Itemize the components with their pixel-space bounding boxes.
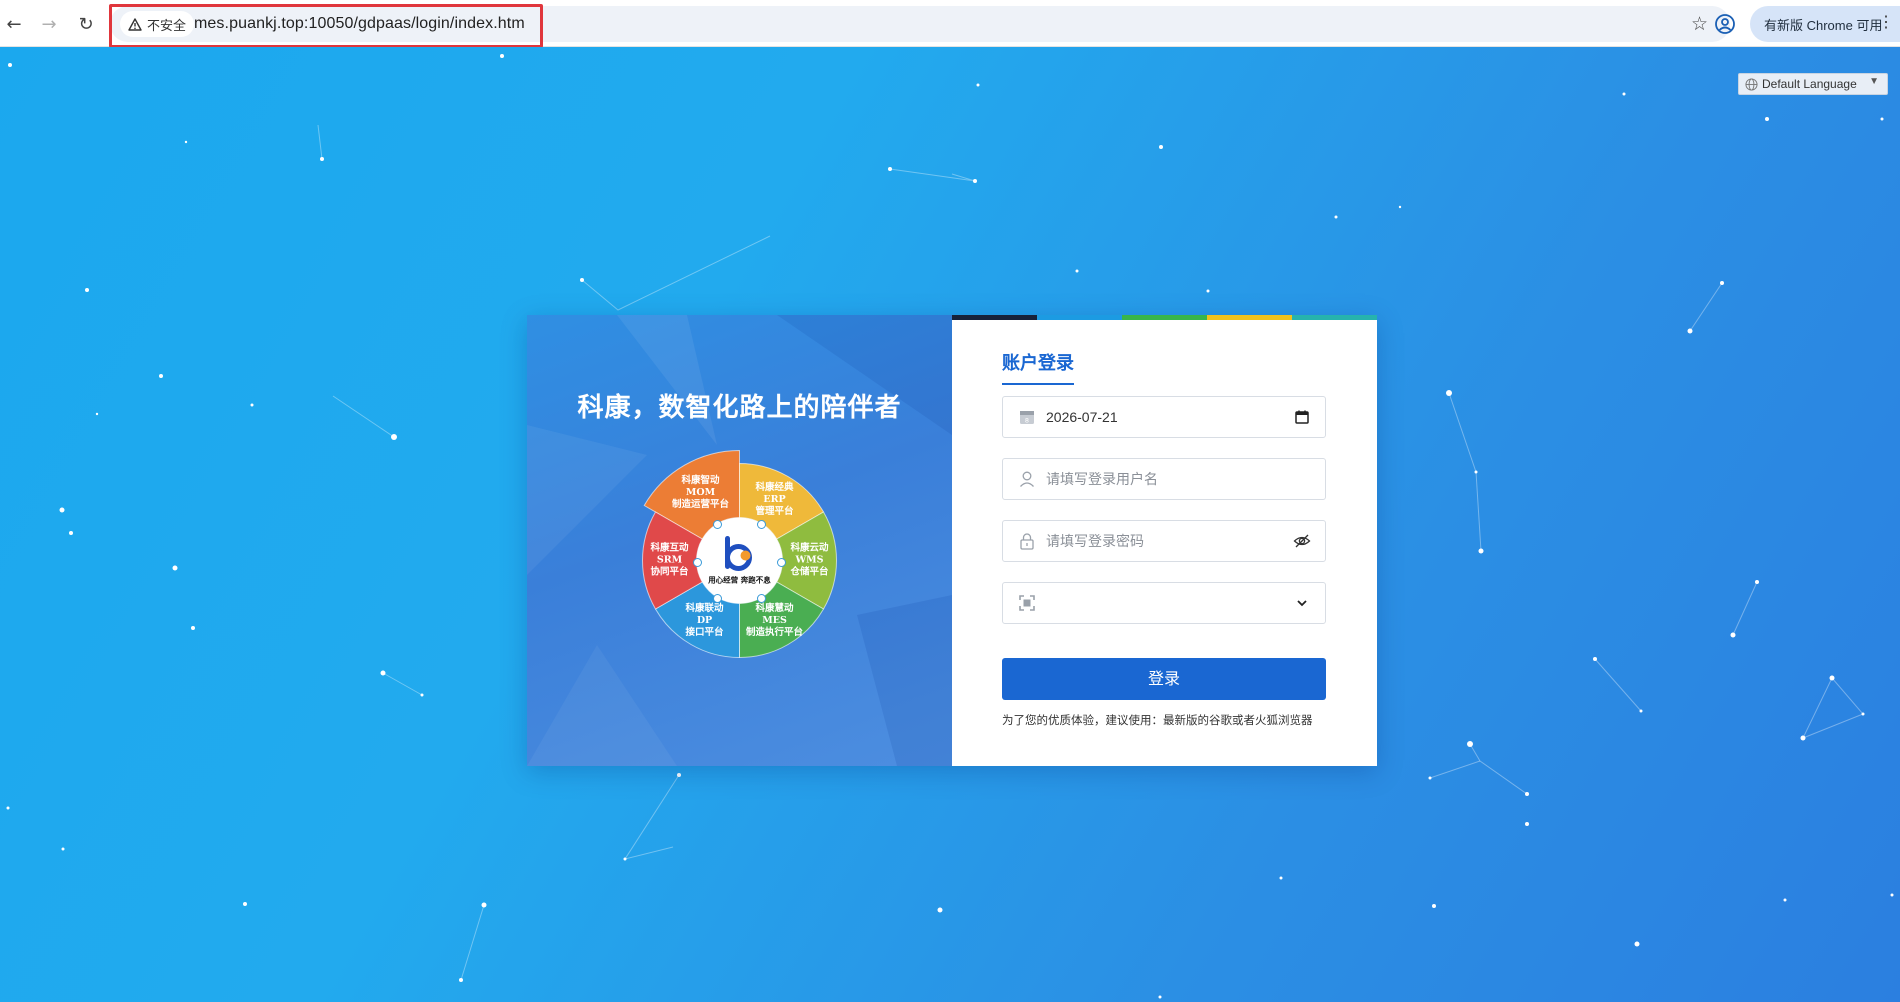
login-card: 科康，数智化路上的陪伴者 科康智动 MOM 制造运营平台 科康经典 ERP 管理平台 科康云… bbox=[527, 315, 1377, 766]
bookmark-star-icon[interactable]: ☆ bbox=[1691, 13, 1708, 35]
org-select[interactable] bbox=[1002, 582, 1326, 624]
password-input[interactable] bbox=[1046, 533, 1276, 549]
color-strip-segment bbox=[952, 315, 1037, 320]
password-field[interactable] bbox=[1002, 520, 1326, 562]
brand-slogan: 用心经营 奔跑不息 bbox=[708, 575, 771, 585]
globe-icon bbox=[1745, 77, 1758, 91]
color-strip-segment bbox=[1207, 315, 1292, 320]
eye-off-icon[interactable] bbox=[1293, 532, 1311, 550]
form-title: 账户登录 bbox=[1002, 349, 1074, 385]
profile-icon[interactable] bbox=[1714, 13, 1736, 35]
username-input[interactable] bbox=[1046, 471, 1276, 487]
wheel-center bbox=[696, 517, 783, 604]
warning-icon bbox=[128, 17, 142, 31]
calendar-icon: 8 bbox=[1020, 411, 1034, 425]
language-select[interactable]: Default Language ▼ bbox=[1738, 73, 1888, 95]
promo-title: 科康，数智化路上的陪伴者 bbox=[577, 393, 902, 423]
chrome-update-button[interactable]: 有新版 Chrome 可用 ⋮ bbox=[1750, 6, 1900, 42]
username-field[interactable] bbox=[1002, 458, 1326, 500]
chevron-down-icon[interactable] bbox=[1293, 594, 1311, 612]
back-arrow-icon[interactable]: ← bbox=[2, 12, 26, 36]
promo-panel: 科康，数智化路上的陪伴者 科康智动 MOM 制造运营平台 科康经典 ERP 管理平台 科康云… bbox=[527, 315, 952, 766]
browser-toolbar: ← → ↻ 不安全 mes.puankj.top:10050/gdpaas/lo… bbox=[0, 0, 1900, 48]
security-indicator[interactable]: 不安全 bbox=[120, 11, 195, 37]
user-icon bbox=[1020, 471, 1034, 487]
wheel-slice-label: 科康云动 WMS 仓储平台 bbox=[789, 542, 829, 578]
date-input[interactable] bbox=[1046, 409, 1276, 425]
login-form-panel: 账户登录 8 2026-07-21 请填写登录用户名 登录 为了您的优质体验，建… bbox=[952, 315, 1377, 766]
lock-icon bbox=[1020, 533, 1034, 550]
color-strip bbox=[952, 315, 1377, 320]
browser-hint: 为了您的优质体验，建议使用：最新版的谷歌或者火狐浏览器 bbox=[1002, 713, 1313, 727]
color-strip-segment bbox=[1122, 315, 1207, 320]
update-label: 有新版 Chrome 可用 bbox=[1764, 17, 1883, 33]
security-label: 不安全 bbox=[147, 17, 187, 33]
color-strip-segment bbox=[1037, 315, 1122, 320]
svg-text:8: 8 bbox=[1025, 417, 1029, 425]
language-label: Default Language bbox=[1762, 77, 1857, 91]
login-button[interactable]: 登录 bbox=[1002, 658, 1326, 700]
more-vert-icon[interactable]: ⋮ bbox=[1878, 12, 1894, 32]
address-bar[interactable]: 不安全 mes.puankj.top:10050/gdpaas/login/in… bbox=[110, 6, 1730, 42]
date-field[interactable]: 8 bbox=[1002, 396, 1326, 438]
product-wheel: 科康智动 MOM 制造运营平台科康经典 ERP 管理平台科康云动 WMS 仓储平台科康慧动 M… bbox=[642, 449, 837, 659]
scan-icon bbox=[1019, 595, 1035, 611]
date-picker-icon[interactable] bbox=[1293, 408, 1311, 426]
reload-icon[interactable]: ↻ bbox=[74, 12, 98, 36]
url-text[interactable]: mes.puankj.top:10050/gdpaas/login/index.… bbox=[194, 6, 525, 42]
color-strip-segment bbox=[1292, 315, 1377, 320]
forward-arrow-icon[interactable]: → bbox=[37, 12, 61, 36]
chevron-down-icon: ▼ bbox=[1869, 76, 1879, 87]
login-page: Default Language ▼ 科康，数智化路上的陪伴者 科康智动 MOM 制… bbox=[0, 47, 1900, 1002]
